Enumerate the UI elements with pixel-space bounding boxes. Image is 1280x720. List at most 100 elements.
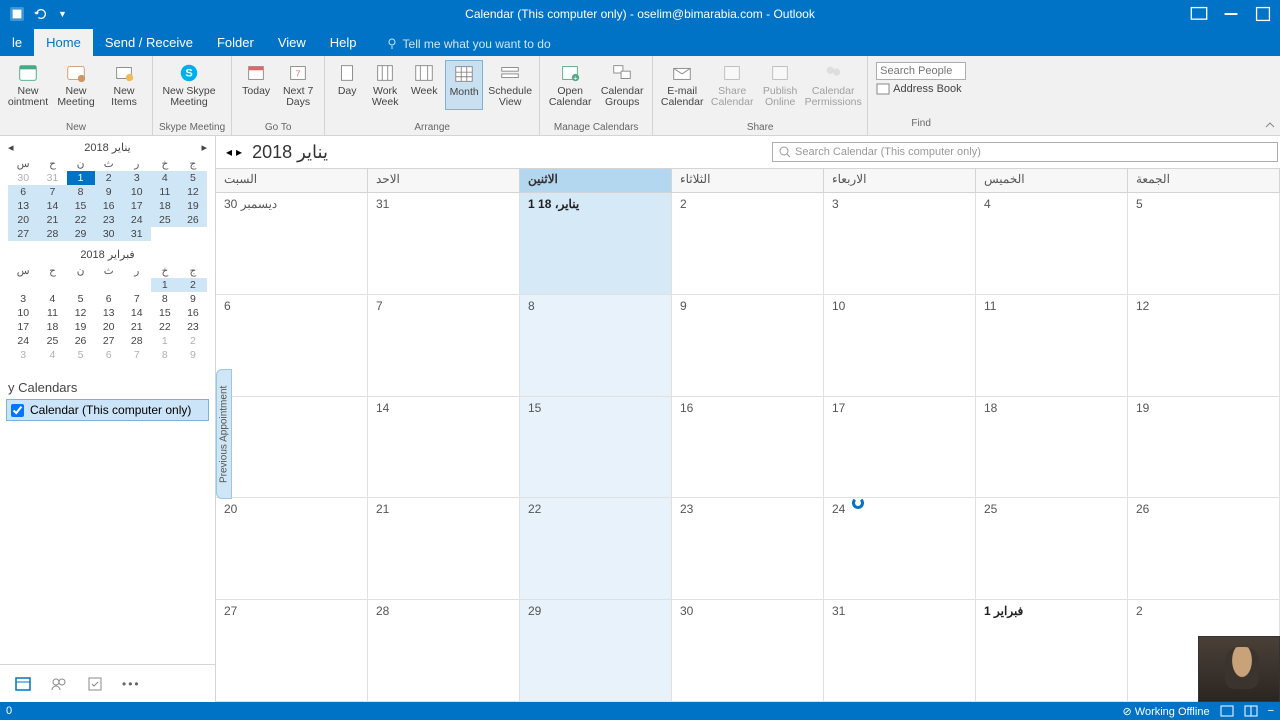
today-button[interactable]: Today <box>238 60 274 110</box>
people-nav-icon[interactable] <box>50 675 68 693</box>
day-cell[interactable]: 27 <box>216 600 368 702</box>
address-book-button[interactable]: Address Book <box>876 83 966 95</box>
tab-home[interactable]: Home <box>34 29 93 56</box>
day-cell[interactable]: 28 <box>368 600 520 702</box>
previous-appointment-tab[interactable]: Previous Appointment <box>216 369 232 499</box>
next-month-icon[interactable]: ▸ <box>201 141 207 154</box>
view-normal-icon[interactable] <box>1220 705 1234 717</box>
zoom-out-icon[interactable]: − <box>1268 705 1274 717</box>
new-meeting-button[interactable]: New Meeting <box>54 60 98 110</box>
calendar-list-header[interactable]: y Calendars <box>6 376 209 399</box>
day-cell[interactable]: 10 <box>824 295 976 397</box>
status-item-count: 0 <box>6 705 12 717</box>
calendar-list-item[interactable]: Calendar (This computer only) <box>6 399 209 421</box>
group-find: Address Book Find <box>868 56 974 135</box>
day-cell[interactable]: 23 <box>672 498 824 600</box>
group-arrange: Day Work Week Week Month Schedule View A… <box>325 56 540 135</box>
email-calendar-button[interactable]: E-mail Calendar <box>659 60 705 110</box>
calendar-search-input[interactable]: Search Calendar (This computer only) <box>772 142 1278 162</box>
calendar-groups-button[interactable]: Calendar Groups <box>598 60 646 110</box>
minimize-icon[interactable] <box>1222 5 1240 23</box>
status-offline: ⊘ Working Offline <box>1122 705 1209 718</box>
day-cell[interactable]: 8 <box>520 295 672 397</box>
new-items-button[interactable]: New Items <box>102 60 146 110</box>
day-cell[interactable]: 5 <box>1128 193 1280 295</box>
day-cell[interactable]: 3 <box>824 193 976 295</box>
share-calendar-button[interactable]: Share Calendar <box>709 60 755 110</box>
day-cell[interactable]: 21 <box>368 498 520 600</box>
ribbon: New ointment New Meeting New Items New S… <box>0 56 1280 136</box>
day-cell[interactable]: 11 <box>976 295 1128 397</box>
day-cell[interactable]: فبراير 1 <box>976 600 1128 702</box>
day-cell[interactable]: 6 <box>216 295 368 397</box>
day-cell[interactable]: 17 <box>824 397 976 499</box>
day-cell[interactable] <box>216 397 368 499</box>
day-cell[interactable]: 15 <box>520 397 672 499</box>
day-cell[interactable]: ديسمبر 30 <box>216 193 368 295</box>
group-goto: Today 7Next 7 Days Go To <box>232 56 325 135</box>
group-manage: +Open Calendar Calendar Groups Manage Ca… <box>540 56 653 135</box>
calendar-nav-icon[interactable] <box>14 675 32 693</box>
tab-help[interactable]: Help <box>318 29 369 56</box>
day-view-button[interactable]: Day <box>331 60 363 110</box>
tasks-nav-icon[interactable] <box>86 675 104 693</box>
day-cell[interactable]: 30 <box>672 600 824 702</box>
day-cell[interactable]: 14 <box>368 397 520 499</box>
day-cell[interactable]: 4 <box>976 193 1128 295</box>
tab-view[interactable]: View <box>266 29 318 56</box>
calendar-checkbox[interactable] <box>11 404 24 417</box>
publish-online-button[interactable]: Publish Online <box>759 60 801 110</box>
day-cell[interactable]: 31 <box>368 193 520 295</box>
title-bar: ▼ Calendar (This computer only) - oselim… <box>0 0 1280 28</box>
day-cell[interactable]: 7 <box>368 295 520 397</box>
day-cell[interactable]: 24 <box>824 498 976 600</box>
ribbon-display-icon[interactable] <box>1190 5 1208 23</box>
collapse-ribbon-icon[interactable] <box>1264 119 1276 131</box>
tab-send-receive[interactable]: Send / Receive <box>93 29 205 56</box>
mini-calendar-table[interactable]: سحنثرخج 303112345 6789101112 13141516171… <box>8 157 207 241</box>
search-people-input[interactable] <box>876 62 966 80</box>
day-cell[interactable]: 20 <box>216 498 368 600</box>
day-cell[interactable]: 26 <box>1128 498 1280 600</box>
more-nav-icon[interactable]: ••• <box>122 677 141 691</box>
svg-text:+: + <box>574 73 578 82</box>
day-cell[interactable]: 25 <box>976 498 1128 600</box>
tell-me[interactable]: Tell me what you want to do <box>387 37 551 56</box>
group-share: E-mail Calendar Share Calendar Publish O… <box>653 56 868 135</box>
cal-prev-icon[interactable]: ◂ <box>226 145 232 159</box>
day-cell[interactable]: 2 <box>672 193 824 295</box>
day-cell[interactable]: 29 <box>520 600 672 702</box>
day-cell[interactable]: 18 <box>976 397 1128 499</box>
day-cell[interactable]: 12 <box>1128 295 1280 397</box>
next-7-days-button[interactable]: 7Next 7 Days <box>278 60 318 110</box>
undo-icon[interactable] <box>34 7 48 21</box>
day-cell[interactable]: 22 <box>520 498 672 600</box>
svg-text:S: S <box>185 68 192 80</box>
tab-folder[interactable]: Folder <box>205 29 266 56</box>
day-cell[interactable]: 19 <box>1128 397 1280 499</box>
day-cell[interactable]: 16 <box>672 397 824 499</box>
qat-dropdown-icon[interactable]: ▼ <box>58 9 67 19</box>
view-reading-icon[interactable] <box>1244 705 1258 717</box>
webcam-overlay <box>1198 636 1280 702</box>
ribbon-tabs: le Home Send / Receive Folder View Help … <box>0 28 1280 56</box>
maximize-icon[interactable] <box>1254 5 1272 23</box>
app-icon <box>10 7 24 21</box>
cal-next-icon[interactable]: ▸ <box>236 145 242 159</box>
work-week-view-button[interactable]: Work Week <box>367 60 403 110</box>
day-headers: السبت الاحد الاثنين الثلاثاء الاربعاء ال… <box>216 169 1280 193</box>
calendar-permissions-button[interactable]: Calendar Permissions <box>805 60 861 110</box>
day-cell[interactable]: يناير، 18 1 <box>520 193 672 295</box>
mini-calendar-feb: فبراير 2018 سحنثرخج 12 3456789 101112131… <box>0 243 215 364</box>
day-cell[interactable]: 9 <box>672 295 824 397</box>
nav-bar: ••• <box>0 664 215 702</box>
open-calendar-button[interactable]: +Open Calendar <box>546 60 594 110</box>
mini-calendar-table[interactable]: سحنثرخج 12 3456789 10111213141516 171819… <box>8 264 207 362</box>
schedule-view-button[interactable]: Schedule View <box>487 60 533 110</box>
week-view-button[interactable]: Week <box>407 60 441 110</box>
month-view-button[interactable]: Month <box>445 60 483 110</box>
day-cell[interactable]: 31 <box>824 600 976 702</box>
tab-file[interactable]: le <box>0 29 34 56</box>
new-skype-meeting-button[interactable]: SNew Skype Meeting <box>159 60 219 110</box>
new-appointment-button[interactable]: New ointment <box>6 60 50 110</box>
